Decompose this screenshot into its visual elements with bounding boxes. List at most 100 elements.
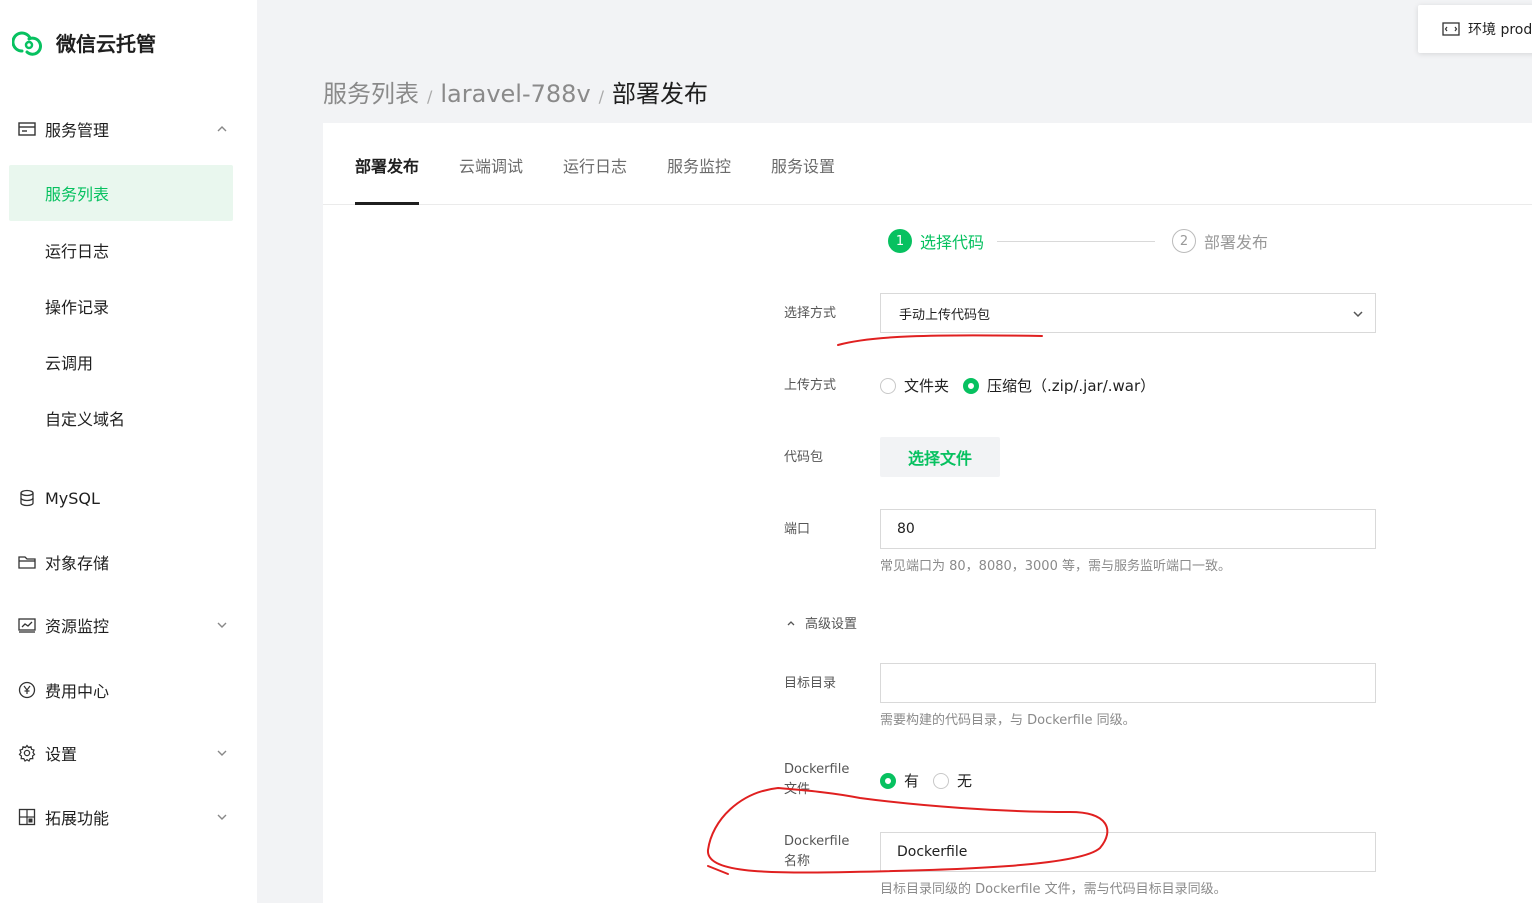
port-hint: 常见端口为 80，8080，3000 等，需与服务监听端口一致。 <box>880 559 1231 574</box>
environment-switcher[interactable]: 环境 prod <box>1418 5 1532 53</box>
dockerfile-radio-no[interactable]: 无 <box>933 770 972 791</box>
nav-group-label: 费用中心 <box>45 682 110 701</box>
method-select-value: 手动上传代码包 <box>899 307 991 323</box>
step-number: 2 <box>1172 229 1196 253</box>
nav-group-resource-monitor[interactable]: 资源监控 <box>0 605 257 645</box>
tab-service-monitor[interactable]: 服务监控 <box>667 153 731 177</box>
sidebar-item-custom-domain[interactable]: 自定义域名 <box>9 390 233 446</box>
sidebar-item-cloud-call[interactable]: 云调用 <box>9 334 233 390</box>
nav-group-settings[interactable]: 设置 <box>0 733 257 773</box>
advanced-settings-toggle[interactable]: 高级设置 <box>786 613 857 632</box>
sidebar-item-run-logs[interactable]: 运行日志 <box>9 222 233 278</box>
chevron-down-icon <box>217 750 227 756</box>
monitor-icon <box>18 616 36 634</box>
upload-type-radio-group: 文件夹 压缩包（.zip/.jar/.war） <box>880 375 1169 396</box>
dockerfile-name-input[interactable] <box>880 832 1376 872</box>
folder-icon <box>18 553 36 571</box>
dockerfile-name-label-line1: Dockerfile <box>784 834 850 849</box>
sidebar-item-operation-records[interactable]: 操作记录 <box>9 278 233 334</box>
step-label: 选择代码 <box>920 233 985 252</box>
step-select-code: 1 选择代码 <box>888 229 984 253</box>
upload-radio-zip[interactable]: 压缩包（.zip/.jar/.war） <box>963 375 1155 396</box>
sidebar-item-label: 操作记录 <box>45 298 110 317</box>
target-dir-hint: 需要构建的代码目录，与 Dockerfile 同级。 <box>880 713 1136 728</box>
sidebar: 微信云托管 服务管理 服务列表 运行日志 操作记录 云调用 自定义域名 MySQ… <box>0 0 257 903</box>
nav-group-label: 拓展功能 <box>45 809 110 828</box>
app-title: 微信云托管 <box>56 32 156 56</box>
sidebar-item-service-list[interactable]: 服务列表 <box>9 165 233 221</box>
nav-group-label: 服务管理 <box>45 121 110 140</box>
nav-group-label: 设置 <box>45 745 78 764</box>
tab-deploy[interactable]: 部署发布 <box>355 153 419 177</box>
radio-indicator <box>880 772 896 789</box>
advanced-settings-label: 高级设置 <box>805 617 858 632</box>
target-dir-input[interactable] <box>880 663 1376 703</box>
nav-group-label: 资源监控 <box>45 617 110 636</box>
environment-icon <box>1442 22 1460 36</box>
dockerfile-label: Dockerfile 文件 <box>784 760 849 800</box>
gear-icon <box>18 744 36 762</box>
dockerfile-label-line1: Dockerfile <box>784 762 850 777</box>
step-connector <box>997 241 1155 242</box>
breadcrumb-item-service-list[interactable]: 服务列表 <box>323 74 419 109</box>
tab-cloud-debug[interactable]: 云端调试 <box>459 153 523 177</box>
extension-icon <box>18 808 36 826</box>
nav-group-billing[interactable]: 费用中心 <box>0 670 257 710</box>
upload-type-label: 上传方式 <box>784 378 837 393</box>
chevron-down-icon <box>217 814 227 820</box>
breadcrumb-separator: / <box>598 87 605 106</box>
nav-group-label: 对象存储 <box>45 554 110 573</box>
port-input[interactable] <box>880 509 1376 549</box>
tab-bar: 部署发布 云端调试 运行日志 服务监控 服务设置 <box>323 123 1532 205</box>
chevron-up-icon <box>217 126 227 132</box>
active-tab-indicator <box>355 202 419 205</box>
breadcrumb-item-current: 部署发布 <box>612 80 709 108</box>
method-select[interactable]: 手动上传代码包 <box>880 293 1376 333</box>
dockerfile-name-label-line2: 名称 <box>784 854 811 869</box>
sidebar-item-label: 自定义域名 <box>45 410 126 429</box>
radio-indicator <box>880 377 896 394</box>
step-deploy: 2 部署发布 <box>1172 229 1268 253</box>
sidebar-item-label: 运行日志 <box>45 242 110 261</box>
port-label: 端口 <box>784 522 811 537</box>
radio-label: 无 <box>957 772 973 790</box>
server-icon <box>18 120 36 138</box>
tab-service-settings[interactable]: 服务设置 <box>771 153 835 177</box>
dockerfile-radio-yes[interactable]: 有 <box>880 770 919 791</box>
step-label: 部署发布 <box>1204 233 1269 252</box>
step-number: 1 <box>888 229 912 253</box>
method-label: 选择方式 <box>784 306 837 321</box>
chevron-down-icon <box>1353 311 1363 318</box>
sidebar-item-label: 服务列表 <box>45 185 110 204</box>
radio-label: 文件夹 <box>904 377 950 395</box>
radio-indicator <box>963 377 980 394</box>
app-logo[interactable]: 微信云托管 <box>12 28 156 57</box>
choose-file-button[interactable]: 选择文件 <box>880 437 1000 477</box>
radio-indicator <box>933 772 950 789</box>
dockerfile-name-label: Dockerfile 名称 <box>784 832 849 872</box>
nav-group-mysql[interactable]: MySQL <box>0 478 257 518</box>
breadcrumb: 服务列表 / laravel-788v / 部署发布 <box>323 74 708 109</box>
chevron-up-icon <box>787 620 795 625</box>
breadcrumb-item-service[interactable]: laravel-788v <box>440 80 590 108</box>
breadcrumb-separator: / <box>427 87 433 106</box>
upload-radio-folder[interactable]: 文件夹 <box>880 375 949 396</box>
nav-group-label: MySQL <box>45 488 100 508</box>
chevron-down-icon <box>217 622 227 628</box>
environment-label: 环境 prod <box>1468 22 1532 38</box>
yen-icon <box>18 681 36 699</box>
target-dir-label: 目标目录 <box>784 676 837 691</box>
dockerfile-radio-group: 有 无 <box>880 770 986 791</box>
radio-label: 有 <box>904 772 920 790</box>
tab-run-logs[interactable]: 运行日志 <box>563 153 627 177</box>
nav-group-service-management[interactable]: 服务管理 <box>0 109 257 149</box>
sidebar-item-label: 云调用 <box>45 354 94 373</box>
dockerfile-label-line2: 文件 <box>784 782 811 797</box>
cloud-logo-icon <box>12 31 42 56</box>
nav-group-extensions[interactable]: 拓展功能 <box>0 797 257 837</box>
package-label: 代码包 <box>784 450 824 465</box>
database-icon <box>18 489 36 507</box>
dockerfile-name-hint: 目标目录同级的 Dockerfile 文件，需与代码目标目录同级。 <box>880 882 1227 897</box>
nav-group-object-storage[interactable]: 对象存储 <box>0 542 257 582</box>
main-panel: 部署发布 云端调试 运行日志 服务监控 服务设置 1 选择代码 2 部署发布 选… <box>323 123 1532 903</box>
